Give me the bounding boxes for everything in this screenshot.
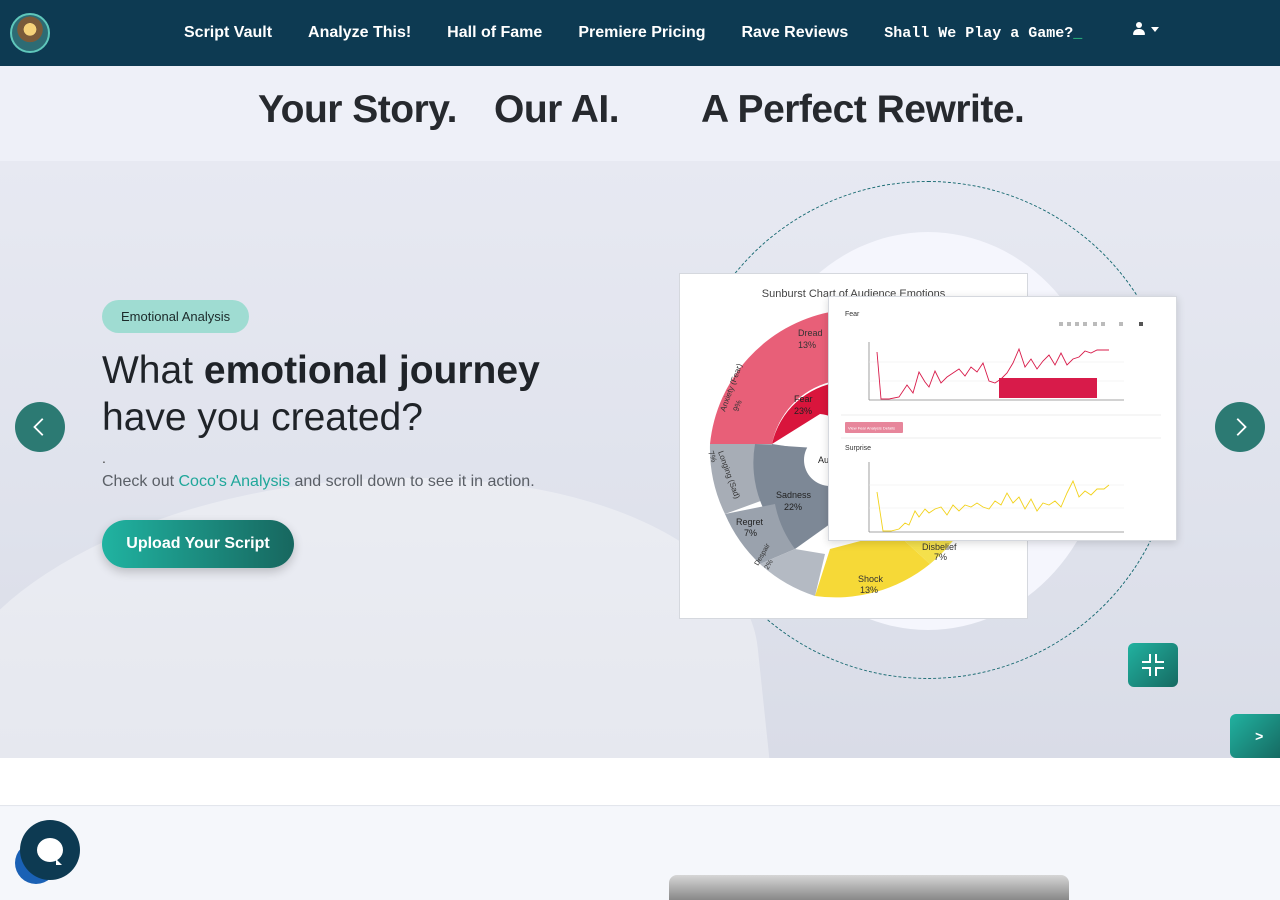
headline-line-2: have you created? <box>102 396 423 439</box>
hero-dot: . <box>102 450 106 466</box>
tagline-part-2: Our AI. <box>494 88 620 131</box>
fear-tooltip <box>999 378 1097 398</box>
sunburst-pct-regret: 7% <box>744 528 757 538</box>
section-badge: Emotional Analysis <box>102 300 250 333</box>
headline-plain: What <box>102 349 194 392</box>
emotion-line-charts-card: Fear View Fear Analysis Details Surprise <box>828 296 1177 541</box>
chevron-left-icon <box>33 418 44 436</box>
chart-toolbar-icons <box>1059 322 1143 326</box>
subtext-before: Check out <box>102 473 175 490</box>
sunburst-pct-shock: 13% <box>860 585 878 595</box>
chevron-right-icon <box>1236 418 1247 436</box>
sunburst-label-fear: Fear <box>794 394 813 404</box>
tagline-part-3: A Perfect Rewrite. <box>701 88 1025 131</box>
tagline-band <box>0 66 1280 161</box>
chat-bubble-icon <box>37 838 63 865</box>
nav-link-script-vault[interactable]: Script Vault <box>166 24 290 42</box>
nav-link-game[interactable]: Shall We Play a Game?_ <box>866 25 1100 42</box>
nav-link-rave-reviews[interactable]: Rave Reviews <box>723 24 866 42</box>
sunburst-pct-dread: 13% <box>798 340 816 350</box>
caret-down-icon <box>1151 26 1159 32</box>
carousel-prev-button[interactable] <box>15 402 65 452</box>
lower-section-photo <box>669 875 1069 900</box>
game-cursor: _ <box>1073 24 1083 42</box>
emotion-line-charts: Fear View Fear Analysis Details Surprise <box>841 311 1161 533</box>
game-label: Shall We Play a Game? <box>884 24 1074 42</box>
sunburst-label-disbelief: Disbelief <box>922 542 957 552</box>
nav-links: Script Vault Analyze This! Hall of Fame … <box>166 0 1100 66</box>
section-divider <box>0 758 1280 806</box>
sunburst-label-dread: Dread <box>798 328 823 338</box>
carousel-next-button[interactable] <box>1215 402 1265 452</box>
compress-icon <box>1142 654 1164 676</box>
nav-link-analyze-this[interactable]: Analyze This! <box>290 24 429 42</box>
lower-section <box>0 807 1280 900</box>
sunburst-label-regret: Regret <box>736 517 764 527</box>
surprise-chart-title: Surprise <box>845 445 871 452</box>
side-terminal-tab[interactable]: > <box>1230 714 1280 758</box>
surprise-line-series <box>876 479 1110 532</box>
hero-subtext: Check out Coco's Analysis and scroll dow… <box>102 473 535 491</box>
upload-script-button[interactable]: Upload Your Script <box>102 520 294 568</box>
user-icon <box>1133 22 1145 36</box>
user-menu-dropdown[interactable] <box>1133 22 1159 36</box>
nav-link-hall-of-fame[interactable]: Hall of Fame <box>429 24 560 42</box>
chat-widget-button[interactable] <box>20 820 80 880</box>
sunburst-pct-disbelief: 7% <box>934 552 947 562</box>
sunburst-label-shock: Shock <box>858 574 884 584</box>
nav-link-premiere-pricing[interactable]: Premiere Pricing <box>560 24 723 42</box>
sunburst-pct-fear: 23% <box>794 406 812 416</box>
tagline-part-1: Your Story. <box>258 88 457 131</box>
headline-bold: emotional journey <box>203 349 540 392</box>
sunburst-pct-sadness: 22% <box>784 502 802 512</box>
hero-carousel: Emotional Analysis What emotional journe… <box>0 161 1280 758</box>
top-navbar: Script Vault Analyze This! Hall of Fame … <box>0 0 1280 66</box>
sunburst-label-sadness: Sadness <box>776 490 812 500</box>
subtext-after: and scroll down to see it in action. <box>294 473 535 490</box>
brand-logo[interactable] <box>10 13 50 53</box>
fear-chart-title: Fear <box>845 311 860 318</box>
fear-details-label: View Fear Analysis Details <box>848 426 895 431</box>
compress-view-button[interactable] <box>1128 643 1178 687</box>
hero-headline: What emotional journey have you created? <box>102 347 622 441</box>
coco-analysis-link[interactable]: Coco's Analysis <box>179 473 291 490</box>
